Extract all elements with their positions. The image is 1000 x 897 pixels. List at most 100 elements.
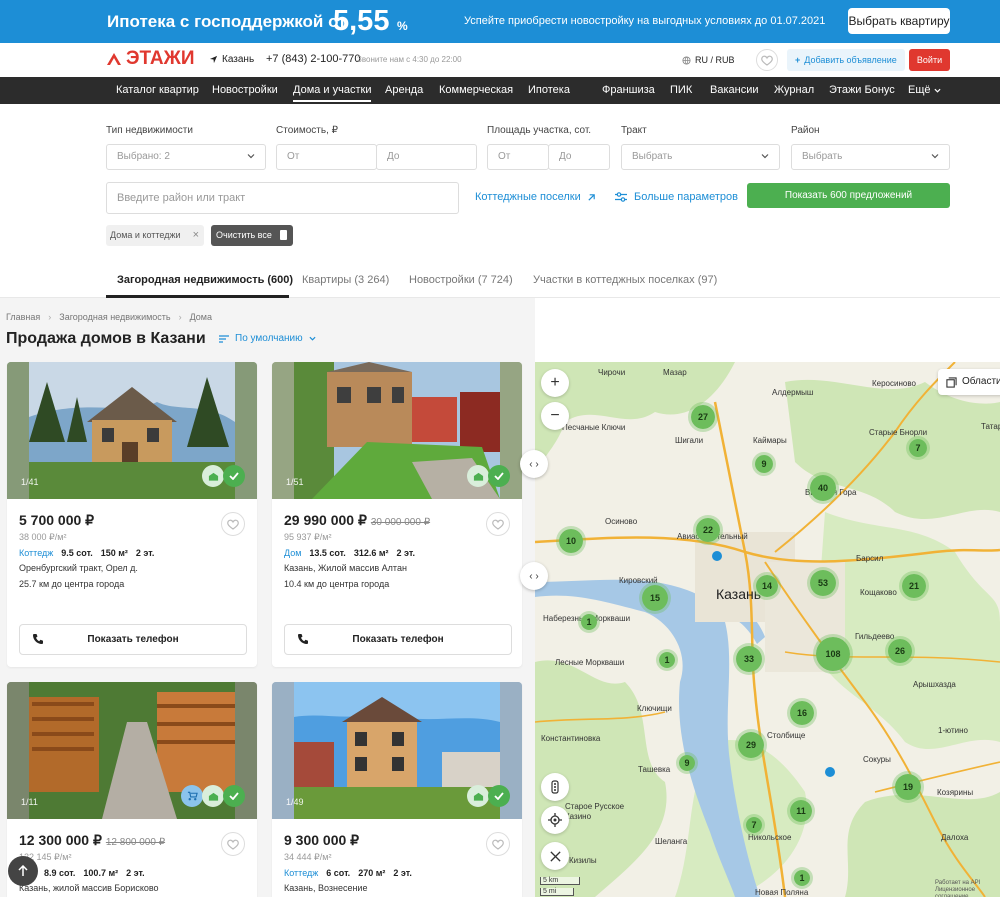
- nav-item-catalog[interactable]: Каталог квартир: [116, 84, 199, 96]
- city-name: Казань: [222, 54, 255, 65]
- map-panel[interactable]: Чирочи Мазар Алдермыш Керосиново Песчаны…: [535, 362, 1000, 897]
- listing-photo[interactable]: 1/49: [272, 682, 522, 819]
- tab-country-property[interactable]: Загородная недвижимость (600): [117, 274, 293, 286]
- sort-selector[interactable]: По умолчанию: [219, 333, 316, 344]
- zoom-out-button[interactable]: −: [541, 402, 569, 430]
- map-cluster[interactable]: 15: [639, 582, 671, 614]
- nav-item-vacancies[interactable]: Вакансии: [710, 84, 759, 96]
- map-cluster[interactable]: 53: [807, 567, 839, 599]
- breadcrumb-home[interactable]: Главная: [6, 312, 40, 322]
- listing-card[interactable]: 1/11 12 300 000 ₽12 800 000 ₽ 122 145 ₽/…: [7, 682, 257, 897]
- map-cluster[interactable]: 40: [807, 472, 839, 504]
- scroll-up-button[interactable]: [8, 856, 38, 886]
- map-label: Ташевка: [638, 765, 671, 774]
- map-expand-button[interactable]: ‹ ›: [520, 450, 548, 478]
- map-cluster[interactable]: 33: [733, 643, 765, 675]
- map-cluster[interactable]: 27: [688, 402, 718, 432]
- tab-cottage-plots[interactable]: Участки в коттеджных поселках (97): [533, 274, 717, 286]
- nav-item-houses[interactable]: Дома и участки: [293, 84, 372, 102]
- nav-item-more[interactable]: Ещё: [908, 84, 941, 96]
- close-icon[interactable]: ×: [193, 225, 199, 246]
- nav-item-pik[interactable]: ПИК: [670, 84, 692, 96]
- nav-item-bonus[interactable]: Этажи Бонус: [829, 84, 895, 96]
- map-cluster[interactable]: 1: [656, 649, 678, 671]
- site-logo[interactable]: ЭТАЖИ: [106, 48, 194, 69]
- listing-card[interactable]: 1/51 29 990 000 ₽30 000 000 ₽ 95 937 ₽/м…: [272, 362, 522, 667]
- map-collapse-button[interactable]: ‹ ›: [520, 562, 548, 590]
- listing-distance: 10.4 км до центра города: [284, 579, 390, 589]
- main-nav: Каталог квартир Новостройки Дома и участ…: [0, 77, 1000, 104]
- promo-banner[interactable]: Ипотека с господдержкой от 5,55 % Успейт…: [0, 0, 1000, 43]
- breadcrumb-houses[interactable]: Дома: [190, 312, 212, 322]
- map-cluster[interactable]: 29: [735, 729, 767, 761]
- nav-item-new-buildings[interactable]: Новостройки: [212, 84, 278, 96]
- add-listing-button[interactable]: + Добавить объявление: [787, 49, 905, 71]
- listing-photo[interactable]: 1/11: [7, 682, 257, 819]
- clear-all-button[interactable]: Очистить все: [211, 225, 293, 246]
- favorite-button[interactable]: [486, 512, 510, 536]
- more-params-button[interactable]: Больше параметров: [615, 191, 738, 203]
- tract-select[interactable]: Выбрать: [621, 144, 780, 170]
- map-label: Столбище: [767, 731, 806, 740]
- nav-item-franchise[interactable]: Франшиза: [602, 84, 655, 96]
- map-cluster[interactable]: 14: [753, 572, 781, 600]
- nav-item-journal[interactable]: Журнал: [774, 84, 814, 96]
- listing-card[interactable]: 1/41 5 700 000 ₽ 38 000 ₽/м² Коттедж 9.5…: [7, 362, 257, 667]
- zoom-in-button[interactable]: +: [541, 369, 569, 397]
- map-copyright[interactable]: Работает на API Лицензионное соглашение: [935, 880, 999, 897]
- map-cluster[interactable]: 10: [556, 526, 586, 556]
- map-cluster[interactable]: 7: [906, 436, 930, 460]
- breadcrumb-country[interactable]: Загородная недвижимость: [59, 312, 170, 322]
- map-cluster[interactable]: 11: [787, 797, 815, 825]
- filter-chip-houses[interactable]: Дома и коттеджи ×: [106, 225, 204, 246]
- show-offers-button[interactable]: Показать 600 предложений: [747, 183, 950, 208]
- choose-apartment-button[interactable]: Выбрать квартиру: [848, 8, 950, 34]
- district-select[interactable]: Выбрать: [791, 144, 950, 170]
- traffic-button[interactable]: [541, 773, 569, 801]
- map-cluster[interactable]: 1: [791, 867, 813, 889]
- regions-button[interactable]: Области: [938, 369, 1000, 395]
- header-phone[interactable]: +7 (843) 2-100-770: [266, 53, 360, 65]
- listing-card[interactable]: 1/49 9 300 000 ₽ 34 444 ₽/м² Коттедж 6 с…: [272, 682, 522, 897]
- favorite-button[interactable]: [221, 832, 245, 856]
- map-cluster[interactable]: 1: [578, 611, 600, 633]
- cost-from-input[interactable]: От: [276, 144, 377, 170]
- type-value: Выбрано: 2: [117, 151, 170, 162]
- type-select[interactable]: Выбрано: 2: [106, 144, 266, 170]
- tab-new-buildings[interactable]: Новостройки (7 724): [409, 274, 513, 286]
- nav-item-rent[interactable]: Аренда: [385, 84, 423, 96]
- ruler-button[interactable]: [541, 842, 569, 870]
- map-cluster[interactable]: 9: [752, 452, 776, 476]
- nav-item-mortgage[interactable]: Ипотека: [528, 84, 570, 96]
- cottage-villages-link[interactable]: Коттеджные поселки: [475, 191, 596, 203]
- external-arrow-icon: [588, 193, 595, 201]
- favorites-button[interactable]: [756, 49, 778, 71]
- favorite-button[interactable]: [221, 512, 245, 536]
- login-button[interactable]: Войти: [909, 49, 950, 71]
- map-cluster[interactable]: 21: [899, 571, 929, 601]
- map-cluster[interactable]: 26: [885, 636, 915, 666]
- favorite-button[interactable]: [486, 832, 510, 856]
- logo-mark-icon: [107, 53, 121, 65]
- geolocation-button[interactable]: [541, 806, 569, 834]
- show-phone-button[interactable]: Показать телефон: [19, 624, 247, 655]
- map-cluster[interactable]: 9: [676, 752, 698, 774]
- listing-photo[interactable]: 1/41: [7, 362, 257, 499]
- nav-item-commercial[interactable]: Коммерческая: [439, 84, 513, 96]
- cost-to-input[interactable]: До: [376, 144, 477, 170]
- map-cluster[interactable]: 16: [787, 698, 817, 728]
- language-currency-selector[interactable]: RU / RUB: [682, 55, 735, 65]
- area-to-input[interactable]: До: [548, 144, 610, 170]
- city-selector[interactable]: Казань: [209, 54, 254, 65]
- map-cluster[interactable]: 7: [743, 814, 765, 836]
- map-cluster[interactable]: 19: [892, 771, 924, 803]
- district-search-input[interactable]: Введите район или тракт: [106, 182, 459, 214]
- show-phone-button[interactable]: Показать телефон: [284, 624, 512, 655]
- arrows-horizontal-icon: ‹ ›: [529, 458, 539, 470]
- area-from-input[interactable]: От: [487, 144, 549, 170]
- tab-apartments[interactable]: Квартиры (3 264): [302, 274, 389, 286]
- map-cluster[interactable]: 22: [693, 515, 723, 545]
- listing-photo[interactable]: 1/51: [272, 362, 522, 499]
- breadcrumb: Главная › Загородная недвижимость › Дома: [6, 312, 212, 322]
- map-cluster[interactable]: 108: [813, 634, 853, 674]
